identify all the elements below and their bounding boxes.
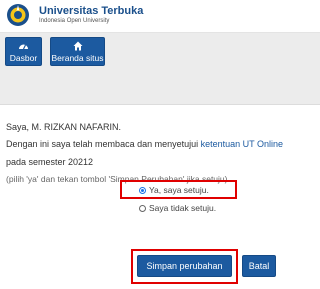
beranda-situs-label: Beranda situs — [51, 53, 104, 63]
option-disagree-label: Saya tidak setuju. — [149, 203, 217, 213]
highlight-box-agree — [120, 180, 237, 199]
ut-logo-icon — [7, 4, 29, 26]
beranda-situs-button[interactable]: Beranda situs — [50, 37, 105, 66]
agreement-statement: Dengan ini saya telah membaca dan menyet… — [6, 139, 283, 149]
dasbor-label: Dasbor — [9, 53, 38, 63]
save-changes-button[interactable]: Simpan perubahan — [137, 255, 232, 277]
dashboard-icon — [6, 41, 41, 51]
terms-link[interactable]: ketentuan UT Online — [201, 139, 283, 149]
brand-subtitle: Indonesia Open University — [39, 18, 110, 24]
cancel-button[interactable]: Batal — [242, 255, 276, 277]
option-disagree[interactable]: Saya tidak setuju. — [139, 203, 216, 213]
nav-bar — [0, 33, 320, 105]
greeting-text: Saya, M. RIZKAN NAFARIN. — [6, 122, 122, 132]
site-header: Universitas Terbuka Indonesia Open Unive… — [0, 0, 320, 33]
semester-text: pada semester 20212 — [6, 157, 94, 167]
radio-disagree[interactable] — [139, 204, 146, 212]
dasbor-button[interactable]: Dasbor — [5, 37, 42, 66]
statement-prefix: Dengan ini saya telah membaca dan menyet… — [6, 139, 199, 149]
brand-name: Universitas Terbuka — [39, 5, 144, 17]
home-icon — [51, 41, 104, 51]
